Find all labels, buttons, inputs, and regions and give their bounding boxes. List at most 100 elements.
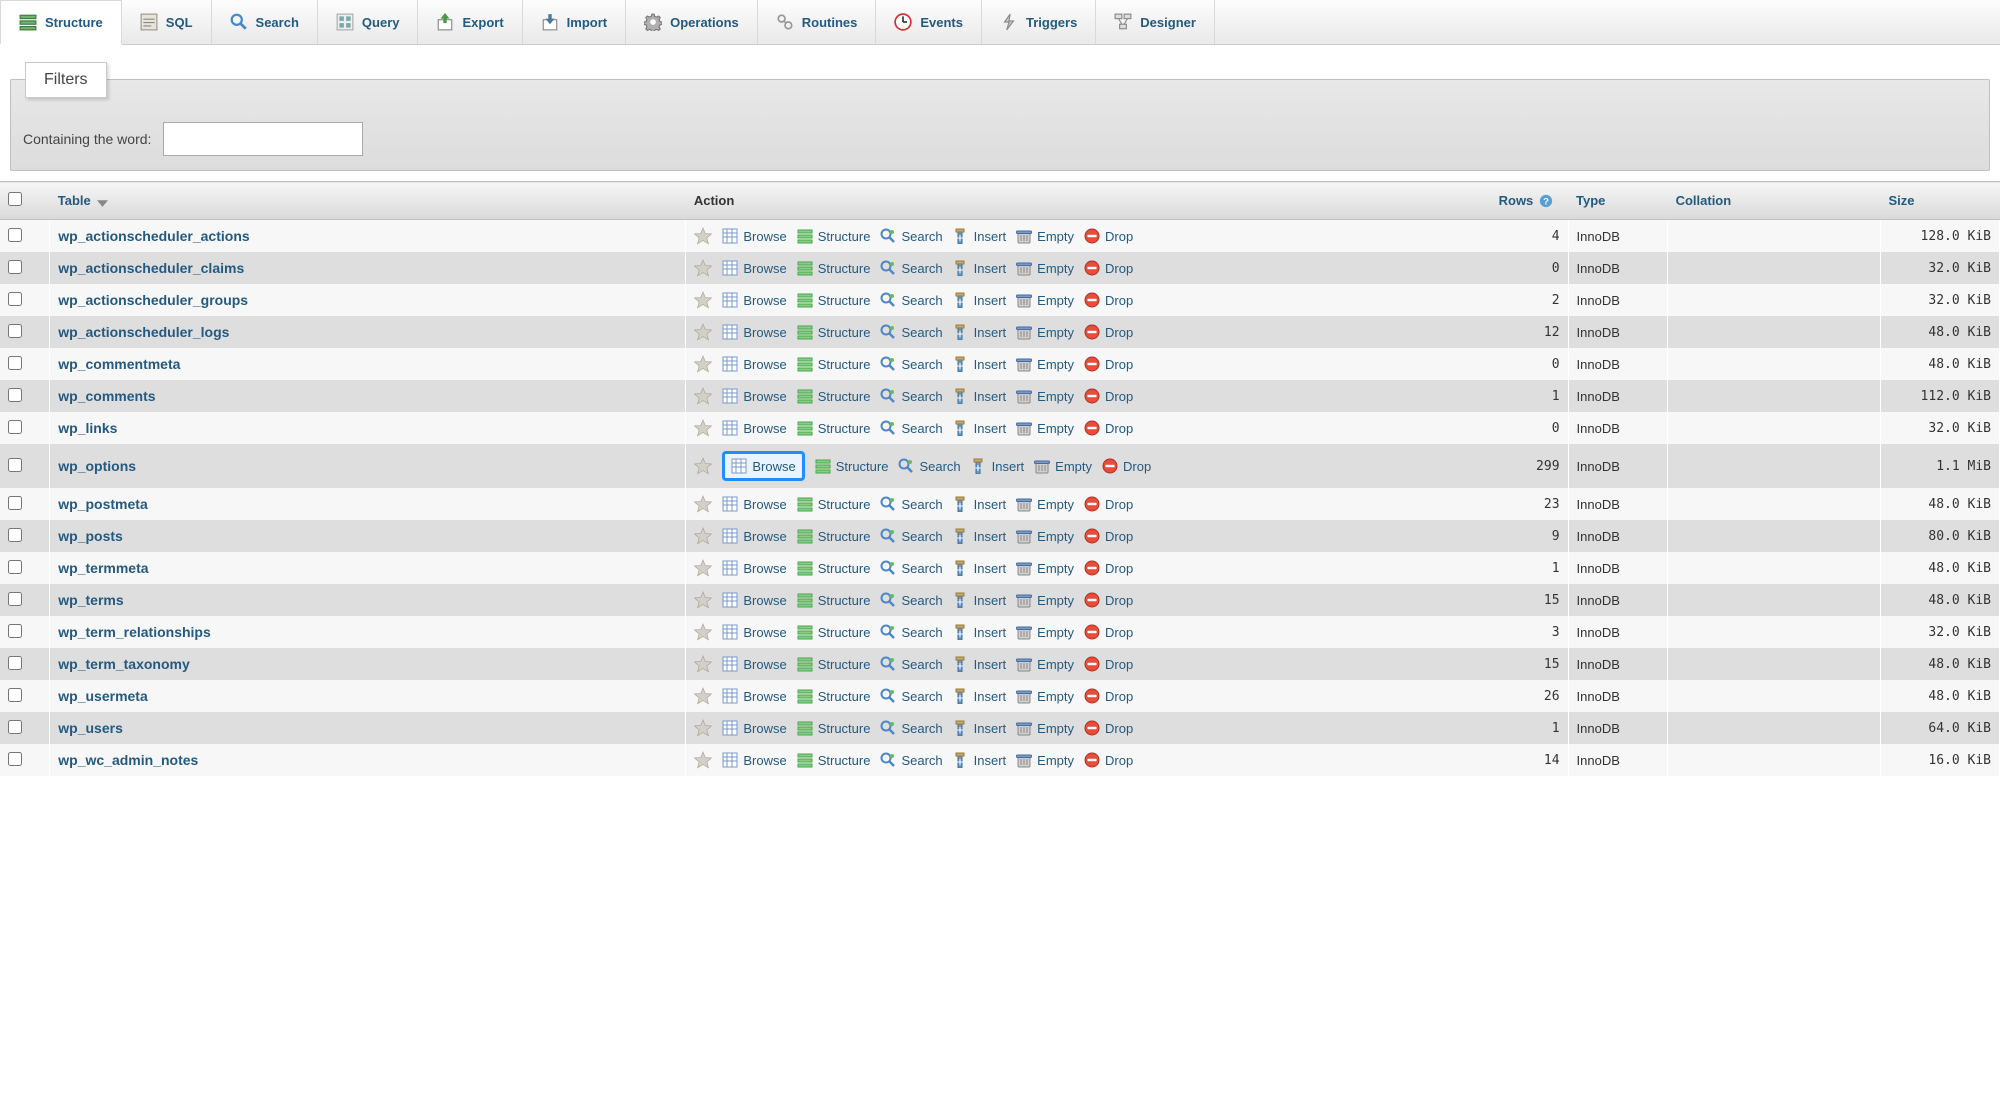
row-checkbox[interactable] xyxy=(8,228,22,242)
structure-action[interactable]: Structure xyxy=(815,458,889,474)
empty-action[interactable]: Empty xyxy=(1016,688,1074,704)
empty-action[interactable]: Empty xyxy=(1016,560,1074,576)
structure-action[interactable]: Structure xyxy=(797,752,871,768)
drop-action[interactable]: Drop xyxy=(1084,624,1133,640)
help-icon[interactable]: ? xyxy=(1539,194,1553,208)
insert-action[interactable]: Insert xyxy=(953,528,1007,544)
insert-action[interactable]: Insert xyxy=(953,720,1007,736)
favorite-star-icon[interactable] xyxy=(694,751,712,769)
tab-import[interactable]: Import xyxy=(523,0,626,44)
insert-action[interactable]: Insert xyxy=(953,688,1007,704)
table-name-link[interactable]: wp_commentmeta xyxy=(50,348,686,380)
search-action[interactable]: Search xyxy=(880,292,942,308)
row-checkbox[interactable] xyxy=(8,720,22,734)
browse-action[interactable]: Browse xyxy=(722,624,786,640)
table-name-link[interactable]: wp_term_taxonomy xyxy=(50,648,686,680)
empty-action[interactable]: Empty xyxy=(1016,388,1074,404)
search-action[interactable]: Search xyxy=(880,560,942,576)
select-all-checkbox[interactable] xyxy=(8,192,22,206)
table-name-link[interactable]: wp_options xyxy=(50,444,686,488)
search-action[interactable]: Search xyxy=(880,688,942,704)
table-name-link[interactable]: wp_actionscheduler_groups xyxy=(50,284,686,316)
structure-action[interactable]: Structure xyxy=(797,356,871,372)
row-checkbox[interactable] xyxy=(8,752,22,766)
insert-action[interactable]: Insert xyxy=(953,560,1007,576)
structure-action[interactable]: Structure xyxy=(797,292,871,308)
search-action[interactable]: Search xyxy=(880,656,942,672)
drop-action[interactable]: Drop xyxy=(1084,560,1133,576)
empty-action[interactable]: Empty xyxy=(1016,292,1074,308)
structure-action[interactable]: Structure xyxy=(797,688,871,704)
favorite-star-icon[interactable] xyxy=(694,355,712,373)
table-name-link[interactable]: wp_terms xyxy=(50,584,686,616)
browse-action[interactable]: Browse xyxy=(722,260,786,276)
col-size[interactable]: Size xyxy=(1881,182,2000,220)
structure-action[interactable]: Structure xyxy=(797,592,871,608)
drop-action[interactable]: Drop xyxy=(1084,324,1133,340)
col-collation[interactable]: Collation xyxy=(1668,182,1881,220)
table-name-link[interactable]: wp_users xyxy=(50,712,686,744)
row-checkbox[interactable] xyxy=(8,292,22,306)
search-action[interactable]: Search xyxy=(880,324,942,340)
drop-action[interactable]: Drop xyxy=(1084,496,1133,512)
col-table[interactable]: Table xyxy=(50,182,686,220)
search-action[interactable]: Search xyxy=(880,752,942,768)
search-action[interactable]: Search xyxy=(880,496,942,512)
structure-action[interactable]: Structure xyxy=(797,496,871,512)
drop-action[interactable]: Drop xyxy=(1084,388,1133,404)
structure-action[interactable]: Structure xyxy=(797,420,871,436)
browse-action[interactable]: Browse xyxy=(722,356,786,372)
favorite-star-icon[interactable] xyxy=(694,323,712,341)
empty-action[interactable]: Empty xyxy=(1016,420,1074,436)
favorite-star-icon[interactable] xyxy=(694,559,712,577)
favorite-star-icon[interactable] xyxy=(694,457,712,475)
search-action[interactable]: Search xyxy=(880,624,942,640)
search-action[interactable]: Search xyxy=(880,720,942,736)
search-action[interactable]: Search xyxy=(880,528,942,544)
empty-action[interactable]: Empty xyxy=(1016,592,1074,608)
insert-action[interactable]: Insert xyxy=(953,388,1007,404)
row-checkbox[interactable] xyxy=(8,420,22,434)
favorite-star-icon[interactable] xyxy=(694,259,712,277)
filter-input[interactable] xyxy=(163,122,363,156)
col-rows[interactable]: Rows? xyxy=(1491,182,1568,220)
row-checkbox[interactable] xyxy=(8,388,22,402)
browse-action[interactable]: Browse xyxy=(722,528,786,544)
favorite-star-icon[interactable] xyxy=(694,591,712,609)
drop-action[interactable]: Drop xyxy=(1084,260,1133,276)
table-name-link[interactable]: wp_actionscheduler_claims xyxy=(50,252,686,284)
drop-action[interactable]: Drop xyxy=(1084,752,1133,768)
browse-action[interactable]: Browse xyxy=(722,388,786,404)
empty-action[interactable]: Empty xyxy=(1016,356,1074,372)
row-checkbox[interactable] xyxy=(8,260,22,274)
favorite-star-icon[interactable] xyxy=(694,419,712,437)
search-action[interactable]: Search xyxy=(898,458,960,474)
empty-action[interactable]: Empty xyxy=(1016,228,1074,244)
browse-action[interactable]: Browse xyxy=(722,324,786,340)
table-name-link[interactable]: wp_actionscheduler_logs xyxy=(50,316,686,348)
drop-action[interactable]: Drop xyxy=(1084,420,1133,436)
browse-action[interactable]: Browse xyxy=(722,560,786,576)
favorite-star-icon[interactable] xyxy=(694,495,712,513)
table-name-link[interactable]: wp_comments xyxy=(50,380,686,412)
structure-action[interactable]: Structure xyxy=(797,388,871,404)
drop-action[interactable]: Drop xyxy=(1084,720,1133,736)
browse-action[interactable]: Browse xyxy=(722,451,804,481)
tab-routines[interactable]: Routines xyxy=(758,0,877,44)
insert-action[interactable]: Insert xyxy=(953,420,1007,436)
insert-action[interactable]: Insert xyxy=(953,752,1007,768)
empty-action[interactable]: Empty xyxy=(1016,528,1074,544)
insert-action[interactable]: Insert xyxy=(953,292,1007,308)
table-name-link[interactable]: wp_postmeta xyxy=(50,488,686,520)
empty-action[interactable]: Empty xyxy=(1034,458,1092,474)
insert-action[interactable]: Insert xyxy=(971,458,1025,474)
row-checkbox[interactable] xyxy=(8,458,22,472)
search-action[interactable]: Search xyxy=(880,420,942,436)
drop-action[interactable]: Drop xyxy=(1084,356,1133,372)
tab-search[interactable]: Search xyxy=(212,0,318,44)
favorite-star-icon[interactable] xyxy=(694,291,712,309)
empty-action[interactable]: Empty xyxy=(1016,324,1074,340)
col-checkbox[interactable] xyxy=(0,182,50,220)
search-action[interactable]: Search xyxy=(880,260,942,276)
drop-action[interactable]: Drop xyxy=(1084,656,1133,672)
